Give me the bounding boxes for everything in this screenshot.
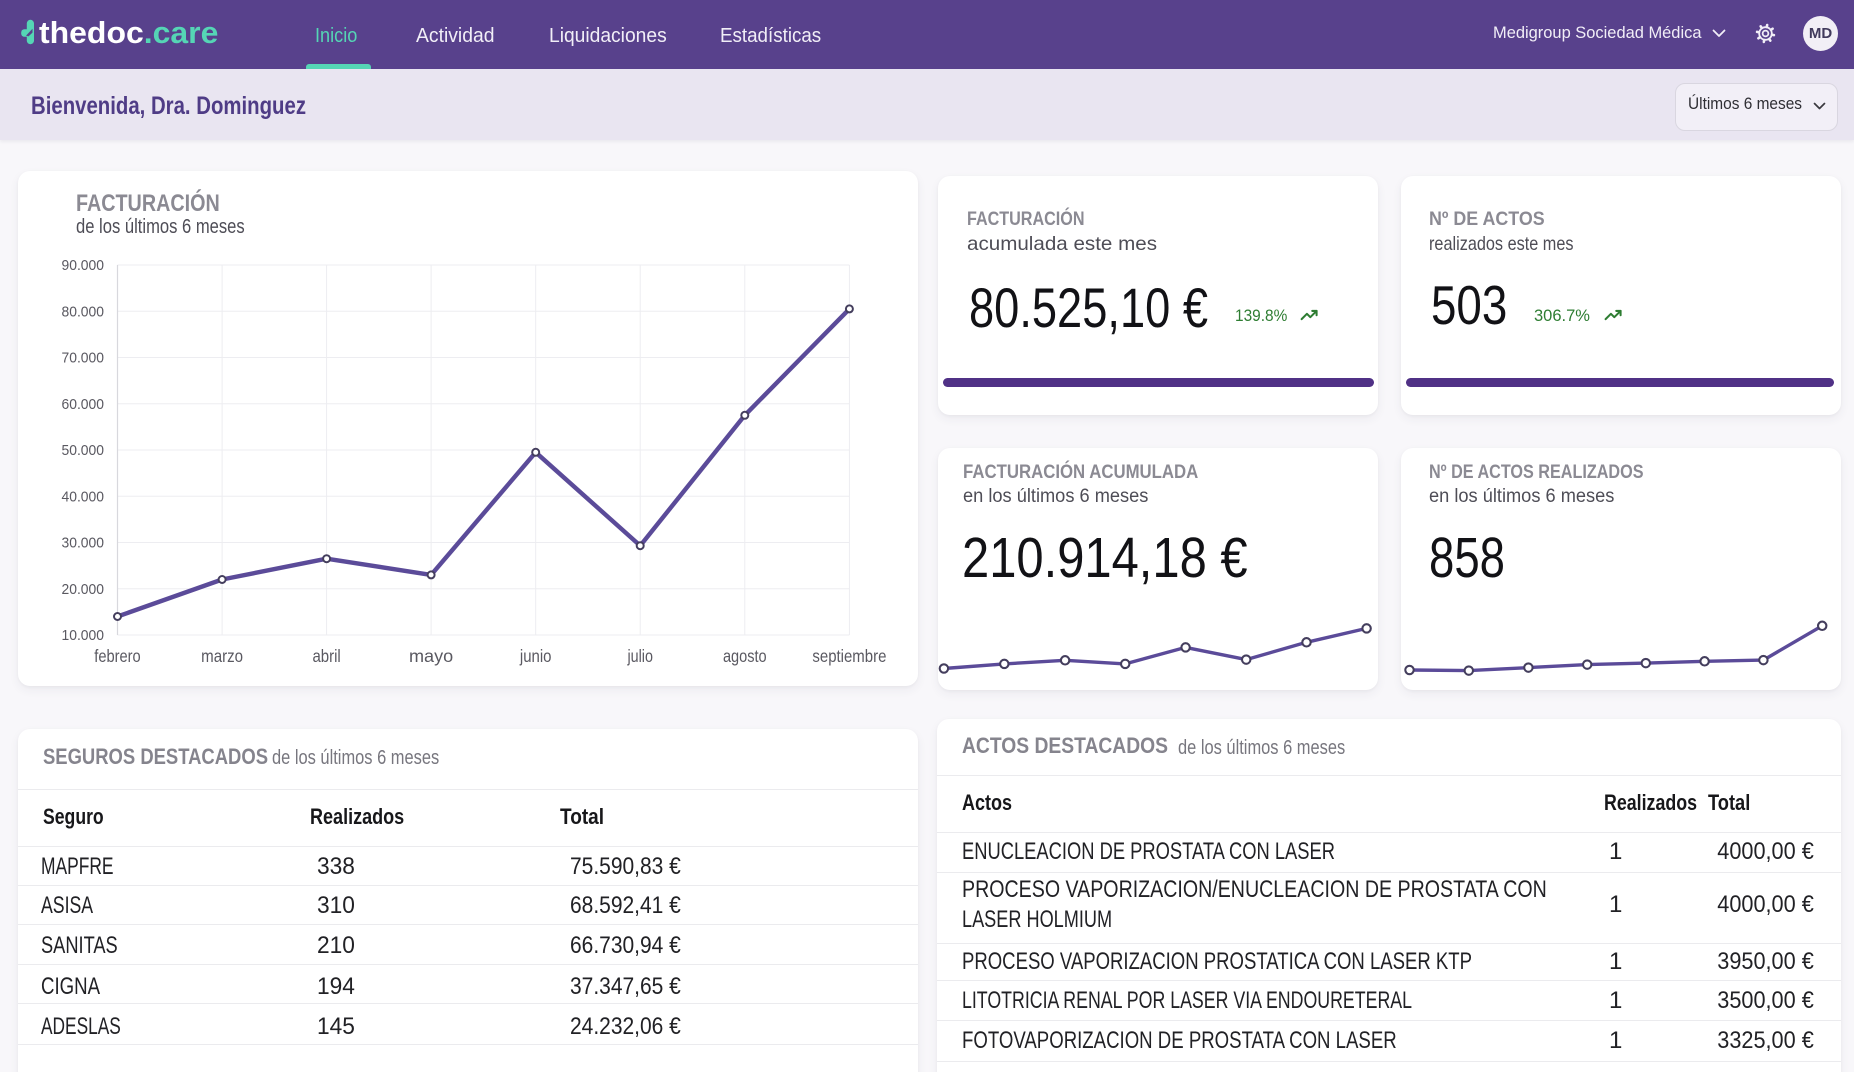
svg-text:agosto: agosto [723, 646, 767, 666]
svg-text:julio: julio [627, 646, 653, 666]
svg-text:70.000: 70.000 [62, 350, 105, 367]
svg-text:20.000: 20.000 [62, 581, 105, 598]
svg-text:10.000: 10.000 [62, 627, 105, 644]
svg-text:septiembre: septiembre [812, 646, 886, 666]
svg-text:90.000: 90.000 [62, 257, 105, 274]
svg-text:80.000: 80.000 [62, 303, 105, 320]
svg-text:marzo: marzo [201, 646, 243, 666]
svg-text:60.000: 60.000 [62, 396, 105, 413]
svg-text:mayo: mayo [409, 646, 453, 666]
svg-text:junio: junio [519, 646, 551, 666]
svg-text:40.000: 40.000 [62, 488, 105, 505]
svg-text:30.000: 30.000 [62, 535, 105, 552]
svg-text:abril: abril [312, 646, 340, 666]
svg-text:50.000: 50.000 [62, 442, 105, 459]
svg-text:febrero: febrero [94, 646, 140, 666]
